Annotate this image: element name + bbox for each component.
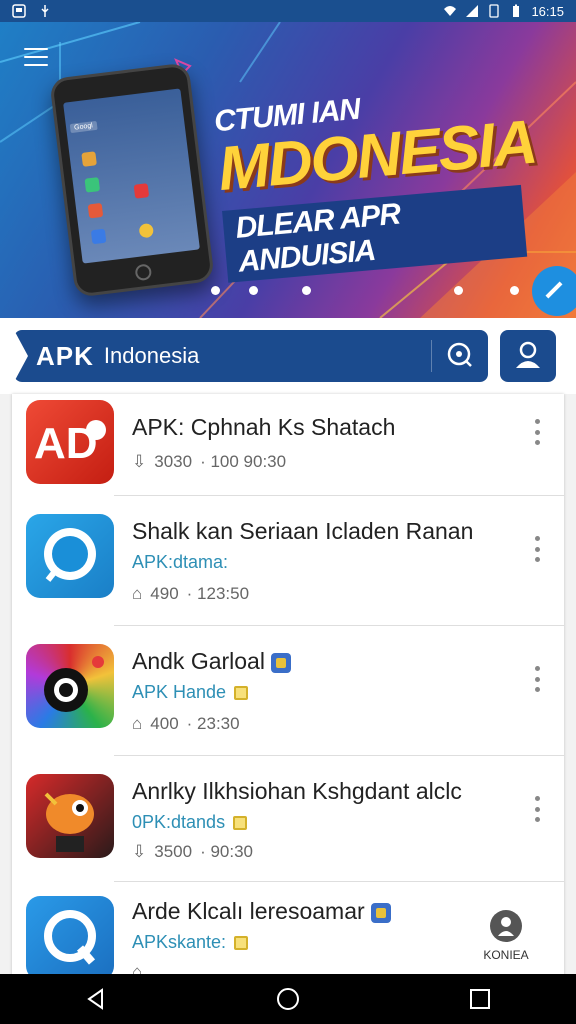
status-bar: 16:15 bbox=[0, 0, 576, 22]
sim-icon bbox=[489, 4, 500, 18]
list-item[interactable]: Shalk kan Seriaan Icladen Ranan APK:dtam… bbox=[12, 496, 564, 626]
carousel-dot[interactable] bbox=[510, 286, 519, 295]
app-developer-text: 0PK:dtands bbox=[132, 812, 226, 832]
app-title-text: Andk Garloal bbox=[132, 648, 265, 674]
carousel-dot[interactable] bbox=[302, 286, 311, 295]
carousel-dots bbox=[0, 286, 576, 298]
more-options-icon[interactable] bbox=[532, 666, 542, 692]
user-icon bbox=[516, 341, 540, 368]
app-developer: 0PK:dtands bbox=[132, 812, 248, 833]
app-icon-ad: AD bbox=[26, 400, 114, 484]
profile-icon bbox=[490, 910, 522, 942]
list-item[interactable]: AD APK: Cphnah Ks Shatach ⇩ 3030 · 100 9… bbox=[12, 394, 564, 496]
app-developer-text: APK Hande bbox=[132, 682, 227, 702]
app-size: 3500 bbox=[154, 842, 193, 861]
phone-search-label: Googl bbox=[69, 120, 98, 134]
search-icon[interactable] bbox=[442, 338, 478, 374]
home-icon: ⌂ bbox=[132, 584, 143, 603]
app-developer: APK Hande bbox=[132, 682, 249, 703]
more-options-icon[interactable] bbox=[532, 796, 542, 822]
home-circle-icon bbox=[277, 988, 299, 1010]
carousel-dot[interactable] bbox=[454, 286, 463, 295]
notification-icon bbox=[12, 4, 26, 18]
app-size: 490 bbox=[150, 584, 179, 603]
banner-text: CTUMI IAN MDONESIA DLEAR APR ANDUISIA bbox=[213, 79, 538, 283]
back-icon bbox=[87, 988, 103, 1010]
phone-app-2 bbox=[84, 177, 101, 193]
lock-badge-icon bbox=[233, 816, 248, 831]
app-icon-lens bbox=[26, 644, 114, 728]
app-title: Arde Klcalı leresoamar bbox=[132, 898, 391, 925]
account-button[interactable] bbox=[500, 330, 556, 382]
app-meta: ⇩ 3030 · 100 90:30 bbox=[132, 452, 286, 472]
more-options-icon[interactable] bbox=[532, 419, 542, 445]
app-title: Shalk kan Seriaan Icladen Ranan bbox=[132, 518, 474, 544]
profile-label: KONIEA bbox=[483, 948, 529, 962]
phone-app-1 bbox=[81, 151, 97, 167]
battery-icon bbox=[513, 4, 520, 17]
app-extra: · 123:50 bbox=[186, 584, 250, 603]
phone-illustration: Googl bbox=[49, 62, 215, 298]
app-list: AD APK: Cphnah Ks Shatach ⇩ 3030 · 100 9… bbox=[12, 394, 564, 976]
profile-button[interactable]: KONIEA bbox=[476, 910, 536, 970]
screen: 16:15 Googl CTUMI IAN MDONESIA DLEAR APR… bbox=[0, 0, 576, 1024]
app-icon-robot bbox=[26, 774, 114, 858]
phone-app-3 bbox=[87, 202, 104, 219]
carousel-dot[interactable] bbox=[249, 286, 258, 295]
pencil-icon bbox=[545, 281, 563, 299]
app-icon-chat bbox=[26, 514, 114, 598]
phone-app-4 bbox=[90, 228, 107, 245]
download-icon: ⇩ bbox=[132, 842, 147, 861]
app-title: Andk Garloal bbox=[132, 648, 291, 675]
app-size: 400 bbox=[150, 714, 179, 733]
app-meta: ⌂ 400 · 23:30 bbox=[132, 714, 240, 734]
back-button[interactable] bbox=[74, 977, 118, 1021]
home-button[interactable] bbox=[266, 977, 310, 1021]
app-meta: ⌂ 490 · 123:50 bbox=[132, 584, 249, 604]
verified-badge-icon bbox=[270, 652, 291, 673]
menu-icon[interactable] bbox=[24, 48, 48, 66]
app-extra: · 23:30 bbox=[186, 714, 240, 733]
recents-button[interactable] bbox=[458, 977, 502, 1021]
home-icon: ⌂ bbox=[132, 714, 143, 733]
phone-screen: Googl bbox=[63, 88, 200, 264]
app-developer: APK:dtama: bbox=[132, 552, 229, 572]
phone-app-6 bbox=[138, 222, 155, 239]
app-developer: APKskante: bbox=[132, 932, 249, 953]
search-row: APK Indonesia bbox=[0, 318, 576, 394]
status-left bbox=[12, 4, 52, 18]
usb-icon bbox=[41, 5, 49, 17]
signal-icon bbox=[466, 5, 479, 17]
brand-subtitle: Indonesia bbox=[103, 343, 200, 368]
download-icon: ⇩ bbox=[132, 452, 147, 471]
app-title: APK: Cphnah Ks Shatach bbox=[132, 414, 396, 440]
lock-badge-icon bbox=[234, 936, 249, 951]
phone-home-button bbox=[134, 263, 153, 282]
app-developer-text: APKskante: bbox=[132, 932, 227, 952]
promo-banner[interactable]: Googl CTUMI IAN MDONESIA DLEAR APR ANDUI… bbox=[0, 22, 576, 318]
app-icon-q bbox=[26, 896, 114, 976]
wifi-icon bbox=[444, 6, 457, 16]
app-size: 3030 bbox=[154, 452, 193, 471]
search-divider bbox=[431, 340, 432, 372]
more-options-icon[interactable] bbox=[532, 536, 542, 562]
phone-app-5 bbox=[133, 183, 150, 199]
app-title: Anrlky Ilkhsiohan Kshgdant alclc bbox=[132, 778, 462, 804]
edit-button[interactable] bbox=[532, 266, 576, 316]
brand-label: APK bbox=[36, 340, 94, 371]
list-item[interactable]: Anrlky Ilkhsiohan Kshgdant alclc 0PK:dta… bbox=[12, 756, 564, 882]
verified-badge-icon bbox=[370, 902, 391, 923]
list-item[interactable]: Andk Garloal APK Hande ⌂ 400 · 23:30 bbox=[12, 626, 564, 756]
lock-badge-icon bbox=[234, 686, 249, 701]
recents-icon bbox=[470, 989, 490, 1009]
carousel-dot[interactable] bbox=[211, 286, 220, 295]
app-extra: · 90:30 bbox=[200, 842, 254, 861]
app-meta: ⇩ 3500 · 90:30 bbox=[132, 842, 253, 862]
search-bar[interactable]: APK Indonesia bbox=[14, 330, 488, 382]
status-time: 16:15 bbox=[531, 3, 564, 19]
app-title-text: Arde Klcalı leresoamar bbox=[132, 898, 365, 924]
app-extra: · 100 90:30 bbox=[200, 452, 287, 471]
status-right: 16:15 bbox=[443, 4, 564, 19]
system-nav-bar bbox=[0, 974, 576, 1024]
